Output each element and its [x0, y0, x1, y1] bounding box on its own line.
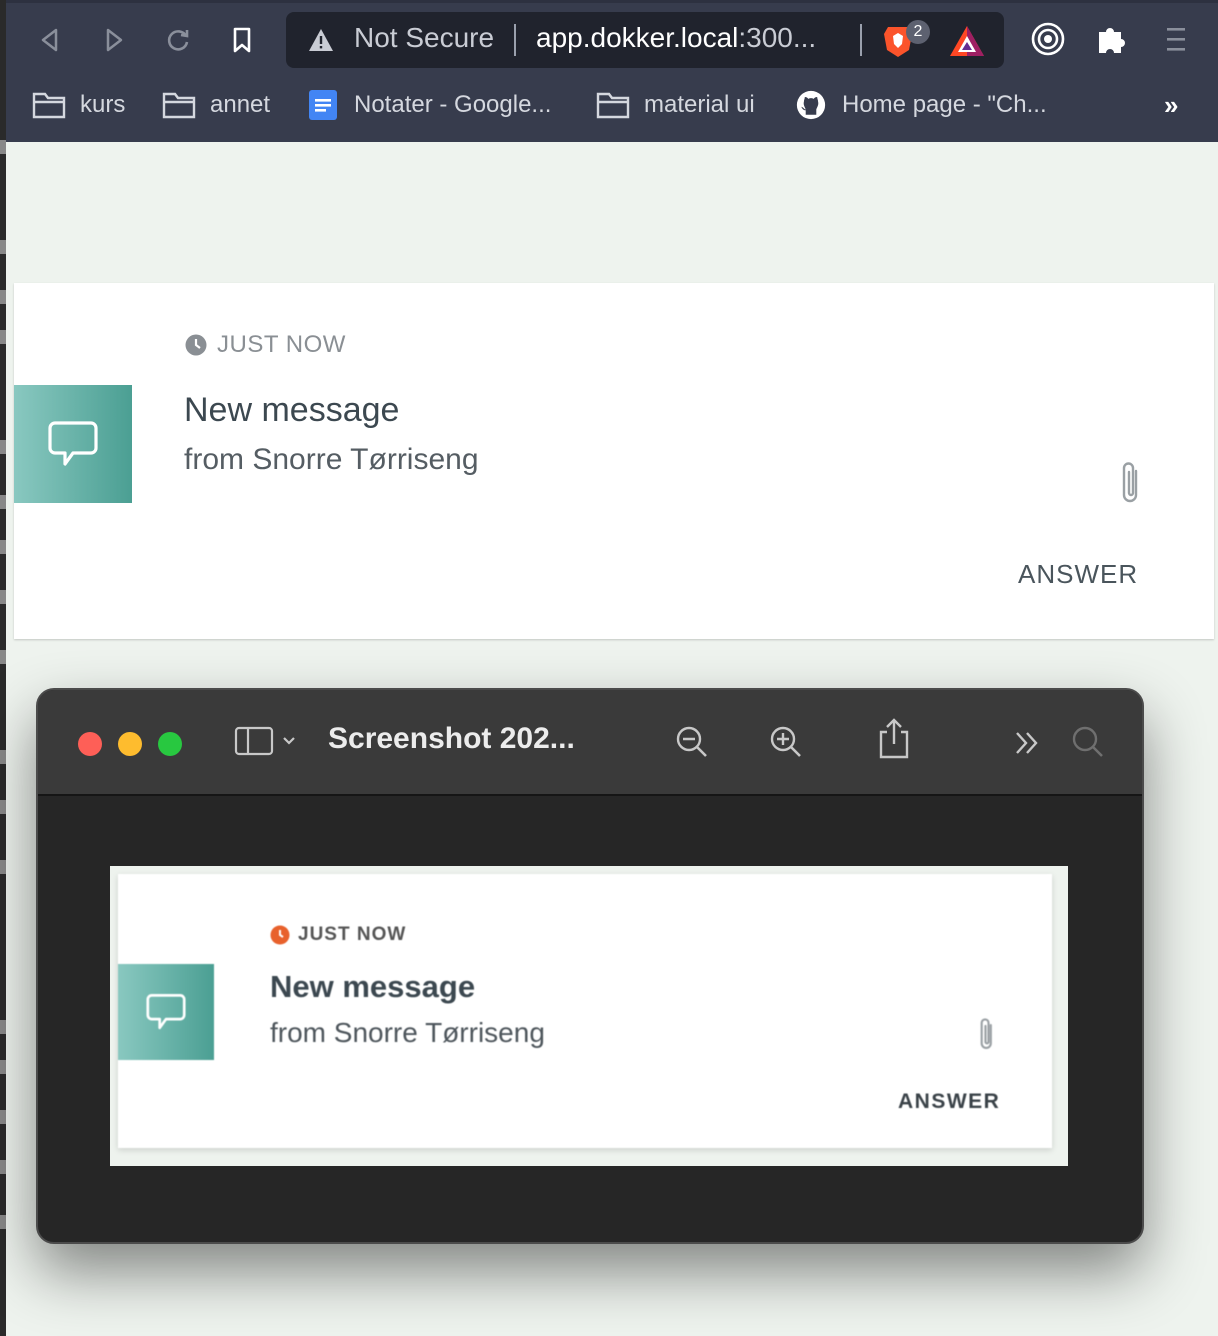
close-window-button[interactable]	[78, 732, 102, 756]
url-text[interactable]: app.dokker.local:300...	[536, 22, 816, 54]
preview-toolbar: Screenshot 202...	[38, 690, 1142, 796]
zoom-window-button[interactable]	[158, 732, 182, 756]
preview-window: Screenshot 202... JUST NOW New message f…	[36, 688, 1144, 1244]
notification-subtitle: from Snorre Tørriseng	[270, 1017, 545, 1048]
notification-time: JUST NOW	[217, 331, 346, 358]
chat-bubble-icon	[146, 994, 186, 1030]
bookmarks-overflow-button[interactable]: »	[1164, 90, 1178, 121]
folder-icon	[32, 92, 66, 119]
bookmark-annet[interactable]: annet	[162, 82, 270, 128]
notification-title: New message	[270, 969, 476, 1004]
zoom-in-icon[interactable]	[768, 724, 804, 760]
clock-icon	[185, 334, 207, 356]
screenshot-image: JUST NOW New message from Snorre Tørrise…	[110, 866, 1068, 1166]
sidebar-toggle-icon[interactable]	[234, 726, 300, 758]
minimize-window-button[interactable]	[118, 732, 142, 756]
shields-count-badge: 2	[906, 20, 930, 44]
notification-subtitle: from Snorre Tørriseng	[184, 443, 479, 476]
notification-title: New message	[184, 391, 400, 429]
menu-icon[interactable]	[1157, 20, 1195, 58]
extensions-puzzle-icon[interactable]	[1093, 20, 1131, 58]
security-label[interactable]: Not Secure	[354, 22, 494, 54]
paperclip-icon	[980, 1018, 992, 1049]
background-window-edge	[0, 0, 6, 1336]
bookmark-home-page[interactable]: Home page - "Ch...	[794, 82, 1047, 128]
clock-icon	[270, 925, 290, 945]
google-docs-icon	[309, 90, 337, 120]
folder-icon	[596, 92, 630, 119]
brave-rewards-icon[interactable]	[948, 24, 986, 58]
bookmark-notater[interactable]: Notater - Google...	[306, 82, 551, 128]
extension-target-icon[interactable]	[1029, 20, 1067, 58]
preview-title: Screenshot 202...	[328, 722, 575, 755]
search-icon[interactable]	[1070, 724, 1106, 760]
share-icon[interactable]	[876, 718, 912, 760]
bookmark-icon[interactable]	[224, 22, 260, 58]
answer-label: ANSWER	[898, 1090, 1001, 1113]
warning-icon	[309, 29, 333, 51]
bookmark-material-ui[interactable]: material ui	[596, 82, 755, 128]
message-avatar	[118, 964, 214, 1060]
reload-icon[interactable]	[160, 22, 196, 58]
back-icon[interactable]	[32, 22, 68, 58]
notification-card: JUST NOW New message from Snorre Tørrise…	[14, 283, 1214, 639]
forward-icon[interactable]	[96, 22, 132, 58]
chat-bubble-icon	[48, 421, 98, 466]
notification-time: JUST NOW	[298, 924, 407, 945]
browser-chrome: Not Secure app.dokker.local:300... 2 kur…	[6, 0, 1218, 142]
message-avatar	[14, 385, 132, 503]
more-tools-icon[interactable]	[1012, 728, 1042, 758]
zoom-out-icon[interactable]	[674, 724, 710, 760]
github-icon	[796, 90, 826, 120]
answer-button[interactable]: ANSWER	[1018, 559, 1138, 590]
bookmarks-bar: kurs annet Notater - Google... material …	[6, 82, 1218, 128]
folder-icon	[162, 92, 196, 119]
paperclip-icon[interactable]	[1114, 459, 1148, 509]
bookmark-kurs[interactable]: kurs	[32, 82, 125, 128]
address-bar[interactable]: Not Secure app.dokker.local:300... 2	[286, 12, 1004, 68]
notification-card-preview: JUST NOW New message from Snorre Tørrise…	[118, 874, 1052, 1148]
